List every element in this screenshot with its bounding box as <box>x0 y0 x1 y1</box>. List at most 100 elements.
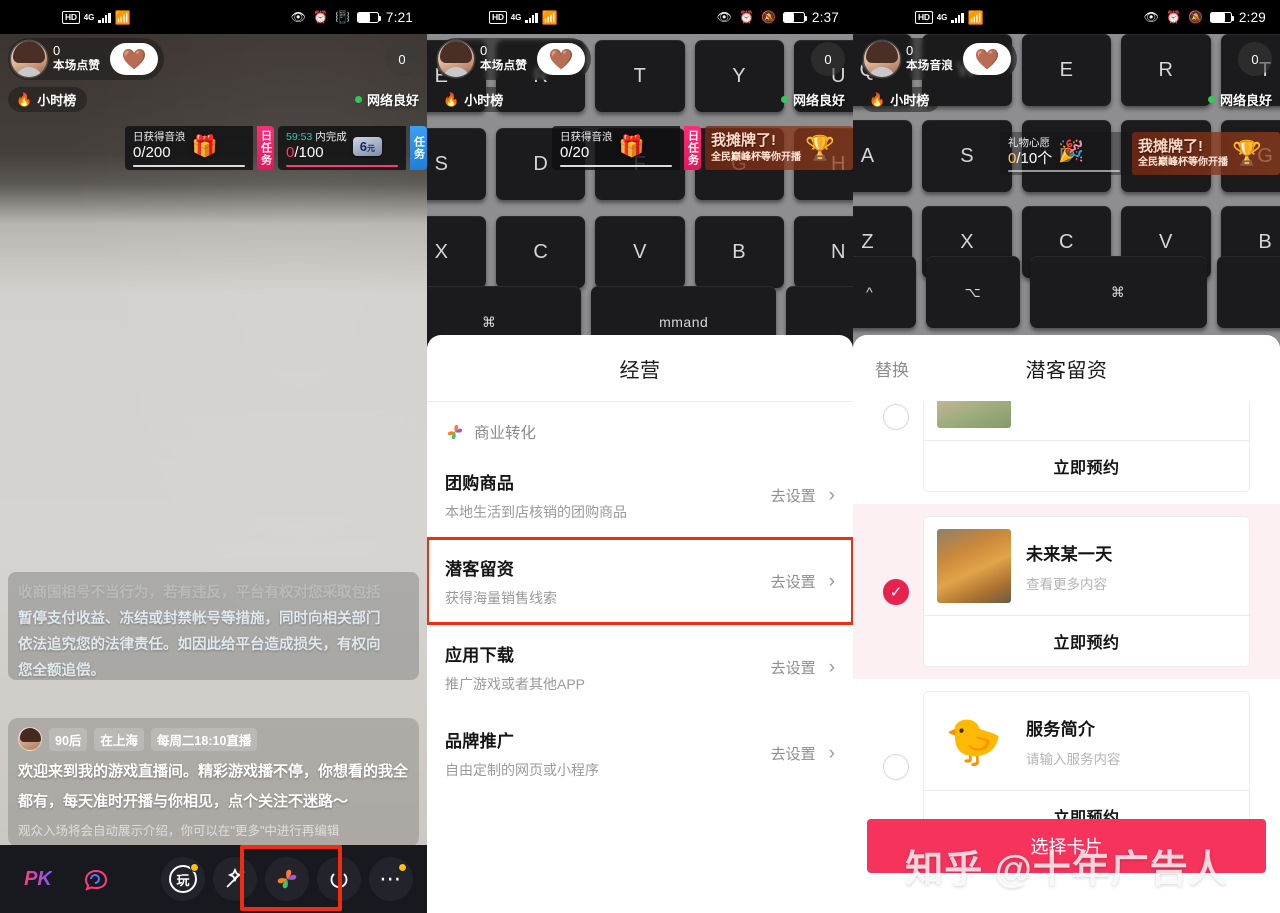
hour-rank-button[interactable]: 🔥 小时榜 <box>435 87 515 112</box>
card-box[interactable]: 立即预约 <box>923 401 1250 492</box>
reward-chip: 6元 <box>352 137 382 156</box>
card-picker-sheet: 替换 潜客留资 立即预约 ✓ 未来某一天 查看更多内容 立即预约 🐤 服务简介 … <box>853 335 1280 913</box>
clock-label: 2:37 <box>811 9 839 25</box>
network-type-label: 4G <box>83 12 95 22</box>
notice-faded-line: 收商国相号不当行为，若有违反，平台有权对您采取包括 <box>18 585 381 601</box>
menu-item-title: 品牌推广 <box>445 732 515 751</box>
daily-task-title: 日获得音浪 <box>133 131 186 144</box>
hd-icon: HD <box>62 10 80 24</box>
menu-item-action-label: 去设置 <box>770 746 816 763</box>
radio-unselected[interactable] <box>883 403 909 430</box>
like-count: 0 <box>906 42 914 58</box>
anchor-info-pill[interactable]: 0 本场点赞 🤎 <box>435 38 592 80</box>
pinwheel-icon[interactable] <box>265 857 309 901</box>
promo-banner[interactable]: 我摊牌了! 全民巅峰杯等你开播 🏆 <box>1132 132 1280 176</box>
list-item[interactable]: ✓ 未来某一天 查看更多内容 立即预约 <box>853 504 1280 679</box>
anchor-info-pill[interactable]: 0 本场点赞 🤎 <box>8 38 165 80</box>
magic-wand-icon[interactable] <box>213 857 257 901</box>
alarm-icon: ⏰ <box>1166 10 1181 24</box>
status-bar-3: HD 4G 📶 👁 ⏰ 🔕 2:29 <box>853 0 1280 34</box>
menu-item-lead-capture[interactable]: 潜客留资 获得海量销售线索 去设置 › <box>427 537 853 625</box>
card-title: 服务简介 <box>1026 719 1096 739</box>
menu-item-group-buy[interactable]: 团购商品 本地生活到店核销的团购商品 去设置 › <box>427 452 853 538</box>
three-panel-screenshot: HD 4G 📶 👁 ⏰ 📳 7:21 0 本场点赞 🤎 0 🔥 小时榜 网络良好… <box>0 0 1280 913</box>
panel-live-room: HD 4G 📶 👁 ⏰ 📳 7:21 0 本场点赞 🤎 0 🔥 小时榜 网络良好… <box>0 0 427 913</box>
signal-bars-icon <box>98 12 111 23</box>
card-subtitle: 请输入服务内容 <box>1026 751 1121 767</box>
timed-task-card[interactable]: 59:53 内完成 0/100 6元 <box>278 126 406 170</box>
tag-schedule: 每周二18:10直播 <box>150 727 258 751</box>
intro-hint-text: 观众入场将会自动展示介绍，你可以在"更多"中进行再编辑 <box>18 824 340 838</box>
duck-thumb: 🐤 <box>937 704 1011 778</box>
card-cta-button[interactable]: 立即预约 <box>924 615 1249 666</box>
room-intro-box[interactable]: 90后 在上海 每周二18:10直播 欢迎来到我的游戏直播间。精彩游戏播不停，你… <box>8 718 419 847</box>
gift-box-icon: 🎁 <box>618 134 645 158</box>
viewer-count-badge[interactable]: 0 <box>385 42 419 76</box>
task-tab[interactable]: 任务 <box>410 126 427 170</box>
promo-banner[interactable]: 我摊牌了! 全民巅峰杯等你开播 🏆 <box>705 126 853 170</box>
hour-rank-button[interactable]: 🔥 小时榜 <box>861 87 941 112</box>
network-type-label: 4G <box>510 12 522 22</box>
tag-location: 在上海 <box>94 727 144 751</box>
menu-item-action-label: 去设置 <box>770 660 816 677</box>
menu-item-subtitle: 自由定制的网页或小程序 <box>445 762 599 778</box>
daily-task-tab[interactable]: 日任务 <box>257 126 274 170</box>
viewer-count-badge[interactable]: 0 <box>1238 42 1272 76</box>
mute-bell-icon: 🔕 <box>1187 10 1203 24</box>
network-type-label: 4G <box>936 12 948 22</box>
viewer-count-badge[interactable]: 0 <box>811 42 845 76</box>
card-list: 立即预约 ✓ 未来某一天 查看更多内容 立即预约 🐤 服务简介 请输入服务内容 … <box>853 401 1280 913</box>
platform-notice-box: 收商国相号不当行为，若有违反，平台有权对您采取包括 暂停支付收益、冻结或封禁帐号… <box>8 572 419 680</box>
pick-card-button[interactable]: 选择卡片 <box>867 819 1266 873</box>
menu-item-action-label: 去设置 <box>770 574 816 591</box>
category-row: 商业转化 <box>427 402 853 452</box>
gift-wish-card[interactable]: 礼物心愿 0/10个 🎉 <box>1000 132 1128 176</box>
radio-selected-icon[interactable]: ✓ <box>883 578 909 605</box>
menu-item-app-download[interactable]: 应用下载 推广游戏或者其他APP 去设置 › <box>427 624 853 710</box>
card-title: 未来某一天 <box>1026 544 1113 564</box>
daily-task-card[interactable]: 日获得音浪 0/20 🎁 <box>552 126 680 170</box>
gift-wish-title: 礼物心愿 <box>1008 137 1050 149</box>
promo-line-2: 全民巅峰杯等你开播 <box>1138 157 1228 169</box>
mute-bell-icon: 🔕 <box>760 10 776 24</box>
gift-heart-icon[interactable]: 🤎 <box>537 43 586 75</box>
signal-bars-icon <box>525 12 538 23</box>
power-icon[interactable] <box>317 857 361 901</box>
pk-icon[interactable]: PK <box>16 857 60 901</box>
network-dot-icon <box>354 96 362 103</box>
notification-dot <box>190 863 199 872</box>
daily-task-card[interactable]: 日获得音浪 0/200 🎁 <box>125 126 253 170</box>
card-subtitle: 查看更多内容 <box>1026 576 1107 592</box>
menu-item-title: 应用下载 <box>445 646 515 665</box>
pinwheel-icon <box>447 424 463 440</box>
network-dot-icon <box>1207 96 1215 103</box>
gift-heart-icon[interactable]: 🤎 <box>110 43 159 75</box>
list-item[interactable]: 立即预约 <box>853 401 1280 504</box>
avatar <box>864 41 900 77</box>
menu-item-subtitle: 本地生活到店核销的团购商品 <box>445 504 627 520</box>
battery-icon <box>1209 11 1235 23</box>
task-countdown-suffix: 内完成 <box>312 131 347 144</box>
task-strip-3: 礼物心愿 0/10个 🎉 我摊牌了! 全民巅峰杯等你开播 🏆 <box>853 132 1280 176</box>
replace-button[interactable]: 替换 <box>875 356 909 381</box>
hour-rank-label: 小时榜 <box>890 93 930 108</box>
gift-wish-total: /10个 <box>1016 150 1053 168</box>
menu-item-brand-promo[interactable]: 品牌推广 自由定制的网页或小程序 去设置 › <box>427 710 853 796</box>
anchor-info-pill[interactable]: 0 本场音浪 🤎 <box>861 38 1018 80</box>
hour-rank-button[interactable]: 🔥 小时榜 <box>8 87 88 112</box>
chevron-right-icon: › <box>828 657 835 678</box>
daily-task-tab[interactable]: 日任务 <box>684 126 701 170</box>
eye-icon: 👁 <box>290 10 307 24</box>
sheet-header: 替换 潜客留资 <box>853 335 1280 401</box>
card-box[interactable]: 未来某一天 查看更多内容 立即预约 <box>923 516 1250 667</box>
promo-line-1: 我摊牌了! <box>1138 137 1203 155</box>
wifi-icon: 📶 <box>114 9 131 25</box>
more-dots-icon[interactable]: ⋯ <box>369 857 413 901</box>
hd-icon: HD <box>915 10 933 24</box>
flower-thumb <box>937 401 1011 428</box>
gift-heart-icon[interactable]: 🤎 <box>963 43 1012 75</box>
chat-bubble-icon[interactable] <box>74 857 118 901</box>
radio-unselected[interactable] <box>883 753 909 780</box>
card-cta-button[interactable]: 立即预约 <box>924 440 1249 491</box>
play-icon[interactable]: 玩 <box>161 857 205 901</box>
